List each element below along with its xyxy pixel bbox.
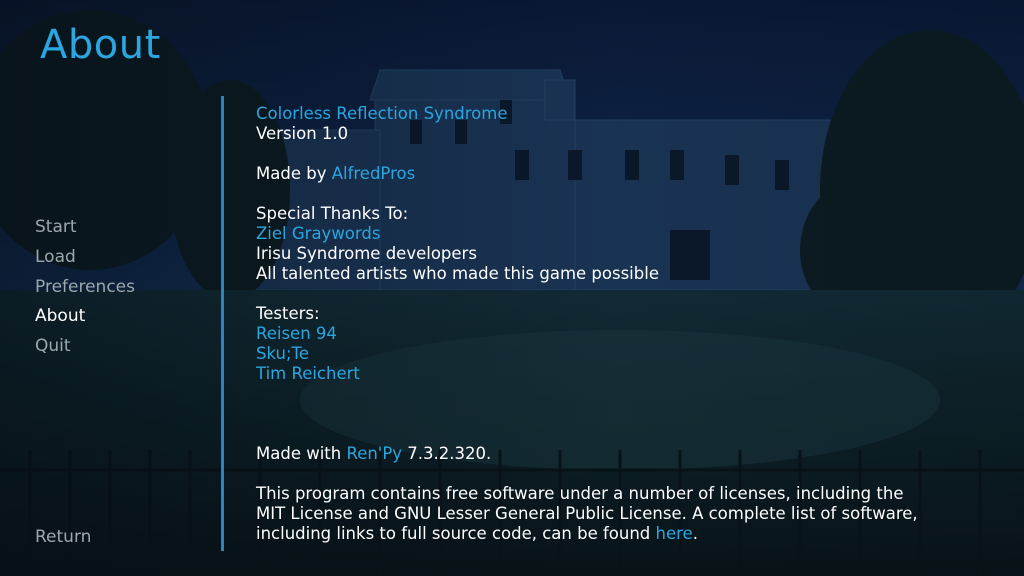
made-by-line: Made by AlfredPros [256,164,996,184]
thanks-link-ziel[interactable]: Ziel Graywords [256,224,380,243]
made-with-line: Made with Ren'Py 7.3.2.320. [256,444,996,464]
thanks-heading: Special Thanks To: [256,204,409,223]
version-text: Version 1.0 [256,124,349,143]
page-title: About [40,22,161,68]
thanks-item: All talented artists who made this game … [256,264,659,283]
tester-link-skute[interactable]: Sku;Te [256,344,309,363]
license-text-line: This program contains free software unde… [256,484,904,503]
menu-divider [221,96,224,551]
license-text-line: MIT License and GNU Lesser General Publi… [256,504,918,523]
tester-link-tim[interactable]: Tim Reichert [256,364,360,383]
about-content: Colorless Reflection Syndrome Version 1.… [256,104,996,544]
made-with-label: Made with [256,444,347,463]
engine-version: 7.3.2.320. [402,444,492,463]
license-here-link[interactable]: here [656,524,693,543]
return-button[interactable]: Return [35,527,91,547]
nav-load[interactable]: Load [35,245,135,275]
testers-heading: Testers: [256,304,320,323]
main-menu-nav: Start Load Preferences About Quit [35,215,135,364]
nav-quit[interactable]: Quit [35,334,135,364]
thanks-item: Irisu Syndrome developers [256,244,477,263]
license-text: including links to full source code, can… [256,524,656,543]
game-title: Colorless Reflection Syndrome [256,104,508,123]
nav-start[interactable]: Start [35,215,135,245]
author-link[interactable]: AlfredPros [332,164,416,183]
license-period: . [692,524,698,543]
license-text-line: including links to full source code, can… [256,524,996,544]
nav-preferences[interactable]: Preferences [35,275,135,305]
renpy-link[interactable]: Ren'Py [346,444,402,463]
made-by-label: Made by [256,164,332,183]
nav-about[interactable]: About [35,304,135,334]
tester-link-reisen[interactable]: Reisen 94 [256,324,337,343]
